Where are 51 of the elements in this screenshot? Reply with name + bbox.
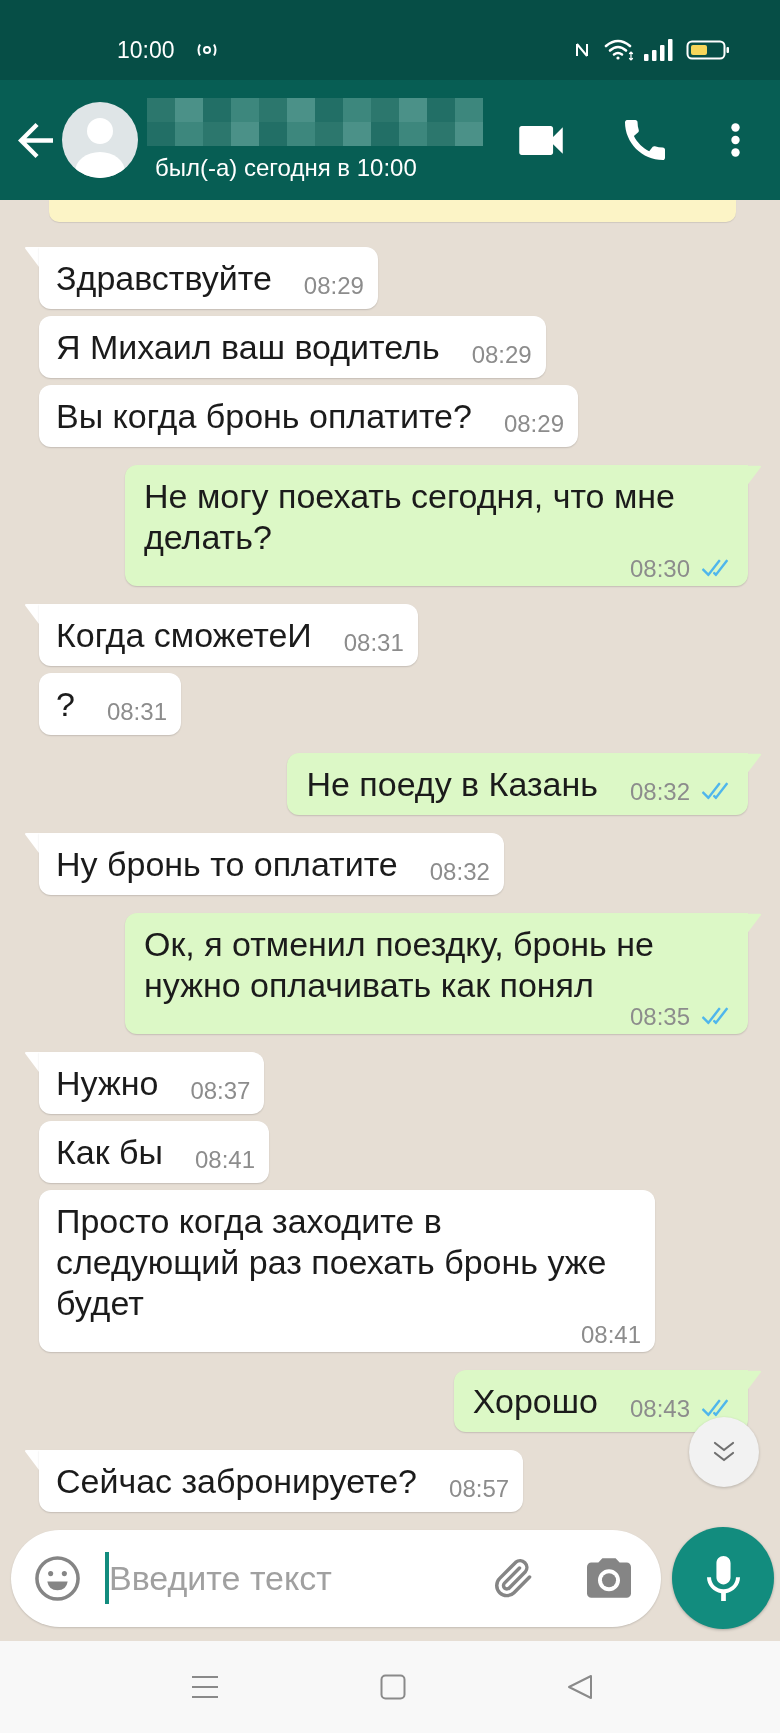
message-text: Здравствуйте — [56, 258, 272, 299]
message-time: 08:41 — [580, 1324, 641, 1346]
message-time: 08:43 — [629, 1398, 690, 1420]
message-time: 08:57 — [449, 1478, 510, 1500]
emoji-icon[interactable] — [34, 1554, 81, 1602]
message-time: 08:37 — [190, 1080, 251, 1102]
back-triangle-icon[interactable] — [567, 1674, 593, 1700]
message-time: 08:29 — [471, 344, 532, 366]
text-cursor — [105, 1552, 109, 1604]
microphone-icon — [706, 1555, 740, 1601]
status-time: 10:00 — [117, 35, 175, 65]
message-time: 08:30 — [629, 558, 690, 580]
message-text: Вы когда бронь оплатите? — [56, 396, 472, 437]
message-text: Просто когда заходите в следующий раз поехать бронь уже будет — [56, 1201, 608, 1324]
message-time: 08:32 — [629, 781, 690, 803]
message-time: 08:31 — [106, 701, 167, 723]
message-input-field[interactable]: Введите текст — [109, 1548, 481, 1608]
message-text: Сейчас забронируете? — [56, 1461, 418, 1502]
message-text: Хорошо — [472, 1381, 598, 1422]
message-text: Ок, я отменил поездку, бронь не нужно оплачивать как понял — [144, 924, 655, 1006]
message-text: Я Михаил ваш водитель — [56, 327, 440, 368]
message-time: 08:41 — [194, 1149, 255, 1171]
camera-icon[interactable] — [587, 1558, 631, 1598]
nfc-icon — [573, 41, 590, 59]
menu-icon[interactable] — [192, 1674, 218, 1700]
message-text: Когда сможетеИ — [56, 615, 312, 656]
message-text: Не могу поехать сегодня, что мне делать? — [144, 476, 676, 558]
wifi-icon — [603, 39, 634, 61]
message-text: Нужно — [56, 1063, 159, 1104]
avatar-icon[interactable] — [62, 102, 138, 178]
phone-icon[interactable] — [625, 120, 665, 160]
message-time: 08:32 — [429, 861, 490, 883]
message-text: Не поеду в Казань — [306, 764, 598, 805]
double-chevron-down-icon — [712, 1441, 736, 1463]
contact-status: был(-а) сегодня в 10:00 — [155, 154, 418, 182]
scroll-down-button[interactable] — [689, 1417, 759, 1487]
battery-icon — [685, 40, 730, 60]
more-options-icon[interactable] — [731, 123, 740, 157]
message-text: ? — [56, 684, 75, 725]
message-text: Как бы — [56, 1132, 163, 1173]
message-input-bar[interactable]: Введите текст — [11, 1529, 661, 1627]
message-text: Ну бронь то оплатите — [56, 844, 398, 885]
signal-icon — [643, 39, 674, 61]
message-time: 08:29 — [303, 275, 364, 297]
home-square-icon[interactable] — [380, 1674, 406, 1700]
radio-waves-icon — [195, 43, 218, 57]
message-time: 08:31 — [343, 632, 404, 654]
video-camera-icon[interactable] — [518, 125, 564, 155]
message-time: 08:35 — [629, 1006, 690, 1028]
back-arrow-icon[interactable] — [18, 122, 53, 158]
message-time: 08:29 — [503, 413, 564, 435]
